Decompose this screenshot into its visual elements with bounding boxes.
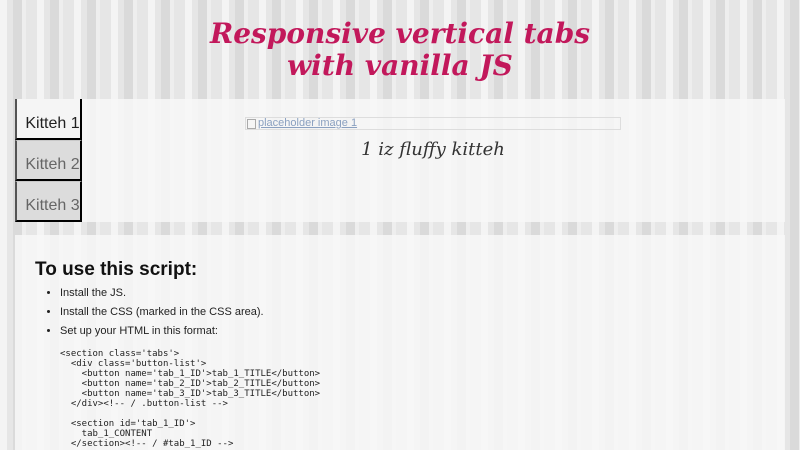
broken-image-icon [247,119,256,129]
code-line: <section id='tab_1_ID'> [60,419,196,429]
tab-panel-kitteh-1: placeholder image 1 1 iz fluffy kitteh [245,117,621,177]
tab-kitteh-3[interactable]: Kitteh 3 [15,181,82,222]
instructions-panel: To use this script: Install the JS. Inst… [15,235,785,450]
instruction-step: Set up your HTML in this format: [60,325,264,337]
code-line: <button name='tab_3_ID'>tab_3_TITLE</but… [60,389,321,399]
tab-caption: 1 iz fluffy kitteh [361,139,505,160]
page-title: Responsive vertical tabs with vanilla JS [0,18,800,82]
instructions-list: Install the JS. Install the CSS (marked … [41,287,264,344]
instruction-step: Install the CSS (marked in the CSS area)… [60,306,264,318]
code-line: <button name='tab_1_ID'>tab_1_TITLE</but… [60,369,321,379]
code-line: </div><!-- / .button-list --> [60,399,228,409]
tab-button-list: Kitteh 1 Kitteh 2 Kitteh 3 [15,99,82,222]
code-line: tab_1_CONTENT [60,429,153,439]
instructions-heading: To use this script: [35,259,198,280]
code-sample: <section class='tabs'> <div class='butto… [60,349,320,449]
page-title-line-2: with vanilla JS [287,49,513,82]
code-line: <div class='button-list'> [60,359,207,369]
code-line: <button name='tab_2_ID'>tab_2_TITLE</but… [60,379,321,389]
tab-kitteh-2[interactable]: Kitteh 2 [15,140,82,181]
code-line: </section><!-- / #tab_1_ID --> [60,439,234,449]
code-line: <section class='tabs'> [60,349,180,359]
image-alt-text: placeholder image 1 [258,117,358,129]
placeholder-image: placeholder image 1 [245,117,621,130]
instruction-step: Install the JS. [60,287,264,299]
page-title-line-1: Responsive vertical tabs [209,17,591,50]
tabs-section: Kitteh 1 Kitteh 2 Kitteh 3 placeholder i… [15,99,785,222]
tab-kitteh-1[interactable]: Kitteh 1 [15,99,82,140]
